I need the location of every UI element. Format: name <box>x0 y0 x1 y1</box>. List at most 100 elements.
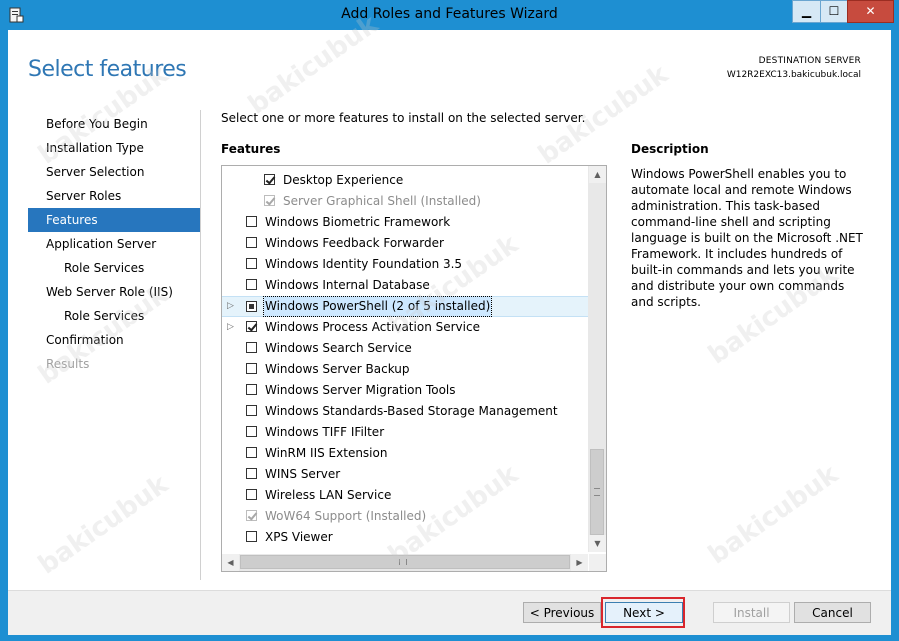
wizard-window: Add Roles and Features Wizard ▁ ☐ ✕ Sele… <box>0 0 899 641</box>
nav-item-server-roles[interactable]: Server Roles <box>28 184 200 208</box>
feature-row[interactable]: Wireless LAN Service <box>222 485 588 506</box>
title-bar[interactable]: Add Roles and Features Wizard ▁ ☐ ✕ <box>0 0 899 30</box>
feature-checkbox[interactable] <box>246 301 257 312</box>
feature-checkbox[interactable] <box>246 279 257 290</box>
scroll-left-icon[interactable]: ◀ <box>222 554 239 571</box>
feature-label: WinRM IIS Extension <box>265 446 388 460</box>
close-button[interactable]: ✕ <box>847 0 894 23</box>
feature-checkbox[interactable] <box>246 468 257 479</box>
intro-text: Select one or more features to install o… <box>221 111 586 125</box>
feature-label: WINS Server <box>265 467 341 481</box>
feature-row[interactable]: ▷ Windows Process Activation Service <box>222 317 588 338</box>
feature-checkbox[interactable] <box>246 447 257 458</box>
scrollbar-corner <box>589 554 606 571</box>
feature-row[interactable]: Windows Server Backup <box>222 359 588 380</box>
feature-checkbox[interactable] <box>246 384 257 395</box>
grip-icon <box>399 559 407 565</box>
scroll-right-icon[interactable]: ▶ <box>571 554 588 571</box>
feature-label: Windows Standards-Based Storage Manageme… <box>265 404 558 418</box>
feature-row: WoW64 Support (Installed) <box>222 506 588 527</box>
hscroll-thumb[interactable] <box>240 555 570 569</box>
feature-checkbox[interactable] <box>246 426 257 437</box>
feature-checkbox[interactable] <box>246 321 257 332</box>
expand-arrow-icon[interactable]: ▷ <box>227 297 235 316</box>
nav-item-confirmation[interactable]: Confirmation <box>28 328 200 352</box>
maximize-button[interactable]: ☐ <box>820 0 848 23</box>
feature-label: Desktop Experience <box>283 173 404 187</box>
previous-button[interactable]: < Previous <box>523 602 601 623</box>
feature-row: Server Graphical Shell (Installed) <box>222 191 588 212</box>
feature-row[interactable]: Windows Identity Foundation 3.5 <box>222 254 588 275</box>
feature-checkbox[interactable] <box>246 237 257 248</box>
close-icon: ✕ <box>865 4 876 18</box>
next-button-highlight <box>601 597 685 628</box>
window-title: Add Roles and Features Wizard <box>341 6 558 22</box>
feature-row[interactable]: Windows Standards-Based Storage Manageme… <box>222 401 588 422</box>
feature-label: Windows Biometric Framework <box>265 215 451 229</box>
destination-server-name: W12R2EXC13.bakicubuk.local <box>726 70 861 80</box>
feature-label: XPS Viewer <box>265 530 333 544</box>
feature-label: Windows PowerShell (2 of 5 installed) <box>262 296 493 317</box>
feature-label: Wireless LAN Service <box>265 488 392 502</box>
wizard-footer: < Previous Next > Install Cancel <box>8 590 891 635</box>
feature-row[interactable]: WinRM IIS Extension <box>222 443 588 464</box>
maximize-icon: ☐ <box>828 4 840 18</box>
page-title: Select features <box>28 57 187 82</box>
feature-label: Windows Process Activation Service <box>265 320 480 334</box>
nav-item-before-you-begin[interactable]: Before You Begin <box>28 112 200 136</box>
scroll-thumb[interactable] <box>590 449 604 535</box>
feature-label: Windows Identity Foundation 3.5 <box>265 257 463 271</box>
features-tree[interactable]: Desktop Experience Server Graphical Shell… <box>221 165 607 572</box>
feature-row[interactable]: XPS Viewer <box>222 527 588 548</box>
watermark: bakicubuk <box>703 459 844 571</box>
nav-item-application-server[interactable]: Application Server <box>28 232 200 256</box>
minimize-icon: ▁ <box>801 4 812 18</box>
feature-checkbox[interactable] <box>264 174 275 185</box>
feature-checkbox[interactable] <box>246 342 257 353</box>
feature-checkbox[interactable] <box>246 258 257 269</box>
feature-label: Windows TIFF IFilter <box>265 425 385 439</box>
feature-row[interactable]: Windows Server Migration Tools <box>222 380 588 401</box>
feature-checkbox[interactable] <box>246 405 257 416</box>
nav-item-server-selection[interactable]: Server Selection <box>28 160 200 184</box>
nav-item-role-services[interactable]: Role Services <box>28 304 200 328</box>
nav-item-features[interactable]: Features <box>28 208 200 232</box>
vertical-scrollbar[interactable]: ▲ ▼ <box>588 166 606 552</box>
feature-row[interactable]: Windows Biometric Framework <box>222 212 588 233</box>
feature-label: Windows Internal Database <box>265 278 430 292</box>
wizard-navigation: Before You Begin Installation Type Server … <box>28 112 200 376</box>
feature-label: Windows Server Migration Tools <box>265 383 456 397</box>
horizontal-scrollbar[interactable]: ◀ ▶ <box>222 554 588 571</box>
scroll-down-icon[interactable]: ▼ <box>589 535 606 552</box>
feature-label: Server Graphical Shell (Installed) <box>283 194 481 208</box>
minimize-button[interactable]: ▁ <box>792 0 821 23</box>
feature-label: Windows Server Backup <box>265 362 410 376</box>
feature-checkbox[interactable] <box>246 489 257 500</box>
feature-label: Windows Feedback Forwarder <box>265 236 444 250</box>
feature-row[interactable]: Windows Search Service <box>222 338 588 359</box>
feature-row[interactable]: Desktop Experience <box>222 170 588 191</box>
nav-item-role-services[interactable]: Role Services <box>28 256 200 280</box>
nav-item-installation-type[interactable]: Installation Type <box>28 136 200 160</box>
description-heading: Description <box>631 142 709 156</box>
scroll-up-icon[interactable]: ▲ <box>589 166 606 183</box>
feature-label: Windows Search Service <box>265 341 412 355</box>
install-button: Install <box>713 602 790 623</box>
feature-row[interactable]: Windows TIFF IFilter <box>222 422 588 443</box>
nav-item-web-server-role-iis[interactable]: Web Server Role (IIS) <box>28 280 200 304</box>
expand-arrow-icon[interactable]: ▷ <box>227 317 235 338</box>
feature-row[interactable]: WINS Server <box>222 464 588 485</box>
feature-checkbox[interactable] <box>246 216 257 227</box>
feature-row[interactable]: Windows Feedback Forwarder <box>222 233 588 254</box>
nav-item-results: Results <box>46 357 90 371</box>
feature-row[interactable]: Windows Internal Database <box>222 275 588 296</box>
cancel-button[interactable]: Cancel <box>794 602 871 623</box>
feature-checkbox <box>246 510 257 521</box>
feature-row[interactable]: ▷ Windows PowerShell (2 of 5 installed) <box>222 296 588 317</box>
description-text: Windows PowerShell enables you to automa… <box>631 167 863 309</box>
nav-divider <box>200 110 201 580</box>
watermark: bakicubuk <box>33 469 174 581</box>
feature-checkbox[interactable] <box>246 363 257 374</box>
feature-checkbox <box>264 195 275 206</box>
feature-checkbox[interactable] <box>246 531 257 542</box>
